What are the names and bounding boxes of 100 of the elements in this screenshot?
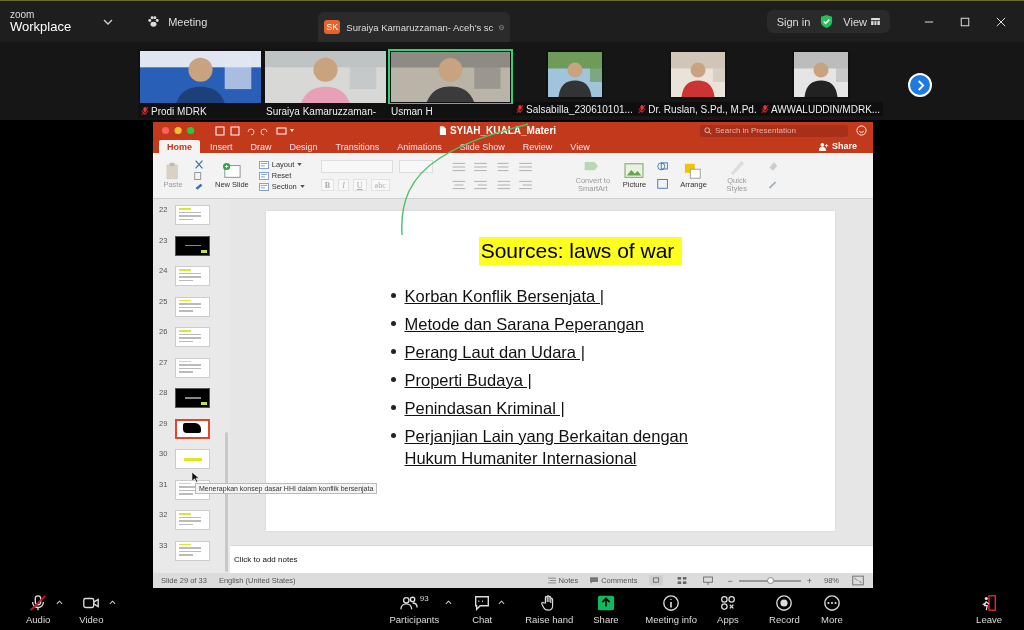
normal-view-icon[interactable] [649,575,664,586]
chat-icon [473,593,492,612]
share-screen-icon [596,593,615,612]
initials-badge: SK [324,20,341,34]
bullet-text: Penindasan Kriminal | [404,398,566,419]
ribbon-tab[interactable]: Review [514,140,561,153]
arrange-icon [683,161,704,180]
new-slide-icon [221,161,242,180]
notes-icon [547,577,556,584]
participant-count: 93 [419,593,429,603]
bullet-text: Properti Budaya | [404,370,533,391]
toolbar-button[interactable]: Audio [22,593,68,625]
slide-thumbnail[interactable] [175,235,210,256]
zoom-slider-thumb[interactable] [766,576,774,584]
video-tile[interactable] [545,50,604,99]
participant-name: Usman H [391,105,433,117]
muted-mic-icon [516,104,525,114]
smiley-icon[interactable] [856,125,867,136]
maximize-icon[interactable] [960,16,970,27]
slide-title: Sources: laws of war [478,237,683,265]
slide-thumbnail[interactable] [175,418,210,439]
toolbar-button[interactable]: Share [589,593,630,625]
video-tile[interactable] [791,50,850,99]
participant-name: Suraiya Kamaruzzaman- [266,105,377,117]
sign-in-button[interactable]: Sign in [776,15,811,28]
participant-name: AWWALUDDIN/MDRK... [770,103,881,115]
exit-door-icon [980,593,999,612]
search-field[interactable]: Search in Presentation [700,124,848,137]
view-button[interactable]: View [843,15,880,28]
grid-icon [871,18,880,25]
toolbar-button[interactable]: Video [75,593,121,625]
presenter-view-icon[interactable] [701,575,716,586]
microphone-icon [29,593,48,612]
zoom-slider[interactable] [738,579,801,582]
chevron-icon[interactable] [103,18,114,25]
record-icon [775,593,794,612]
notes-field[interactable]: Click to add notes [230,546,873,573]
ribbon-tab[interactable]: Insert [202,140,241,153]
caret-icon [56,599,64,605]
info-icon [662,593,681,612]
next-page-button[interactable] [908,73,932,97]
layout-icon [258,171,269,180]
meeting-tab[interactable]: Meeting [141,15,214,28]
caret-icon [109,599,117,605]
bullet-icon [390,433,396,438]
caret-icon [498,599,506,605]
participant-name: Dr. Ruslan, S.Pd., M.Pd. [648,103,757,115]
bullet-icon [390,349,396,354]
bullet-text: Metode dan Sarana Peperangan [404,314,645,335]
slide-thumbnail[interactable] [175,388,210,408]
brand-name: Workplace [10,20,72,33]
muted-mic-icon [760,104,769,114]
toolbar-button[interactable]: Raise hand [521,593,578,625]
caret-icon [445,599,453,605]
ribbon-tab[interactable]: View [562,140,598,153]
font-name-field[interactable] [320,160,393,173]
close-icon[interactable] [996,16,1006,27]
ribbon-tab[interactable]: Slide Show [451,140,513,153]
toolbar-button[interactable]: Record [765,593,806,625]
quick-access-icon [215,125,295,136]
bullet-icon [390,293,396,298]
chevron-right-icon [915,79,925,91]
paw-icon [147,15,161,28]
share-button[interactable]: Share [809,141,867,153]
bullet-text: Korban Konflik Bersenjata | [404,286,606,307]
zoom-in-button[interactable]: + [806,575,812,586]
comment-icon [590,577,599,584]
font-size-field[interactable] [398,160,433,173]
participant-name: Prodi MDRK [151,105,207,117]
muted-mic-icon [638,104,647,114]
leave-button[interactable]: Leave [972,593,1006,625]
toolbar-button[interactable]: 93 Participants [385,593,457,625]
toolbar-button[interactable]: Meeting info [641,593,702,625]
bullet-text: Perang Laut dan Udara | [404,342,586,363]
ribbon-tab[interactable]: Transitions [327,140,388,153]
bullet-icon [390,405,396,410]
more-icon [822,593,841,612]
video-tile[interactable] [668,50,727,99]
share-tab-title: Suraiya Kamaruzzaman- Aceh's sc [346,21,494,33]
share-tab[interactable]: SK Suraiya Kamaruzzaman- Aceh's sc [318,12,511,42]
toolbar-button[interactable]: Chat [468,593,510,625]
ribbon-tab[interactable]: Draw [242,140,280,153]
muted-mic-icon [141,106,149,116]
ribbon-tab[interactable]: Animations [389,140,450,153]
document-icon [438,126,446,135]
apps-icon [718,593,737,612]
picture-icon [624,161,645,180]
notes-placeholder: Click to add notes [234,555,298,564]
toolbar-button[interactable]: More [817,593,858,625]
ribbon-tab[interactable]: Design [281,140,326,153]
search-icon [704,126,712,135]
person-add-icon [819,141,829,151]
bullet-icon [390,321,396,326]
ribbon-tab[interactable]: Home [159,140,200,153]
toolbar-button[interactable]: Apps [713,593,754,625]
brand-label: zoom [10,10,36,20]
fit-slide-icon[interactable] [851,575,865,586]
zoom-out-button[interactable]: − [727,575,733,586]
cursor-icon [192,472,199,483]
caret-icon [297,163,303,166]
